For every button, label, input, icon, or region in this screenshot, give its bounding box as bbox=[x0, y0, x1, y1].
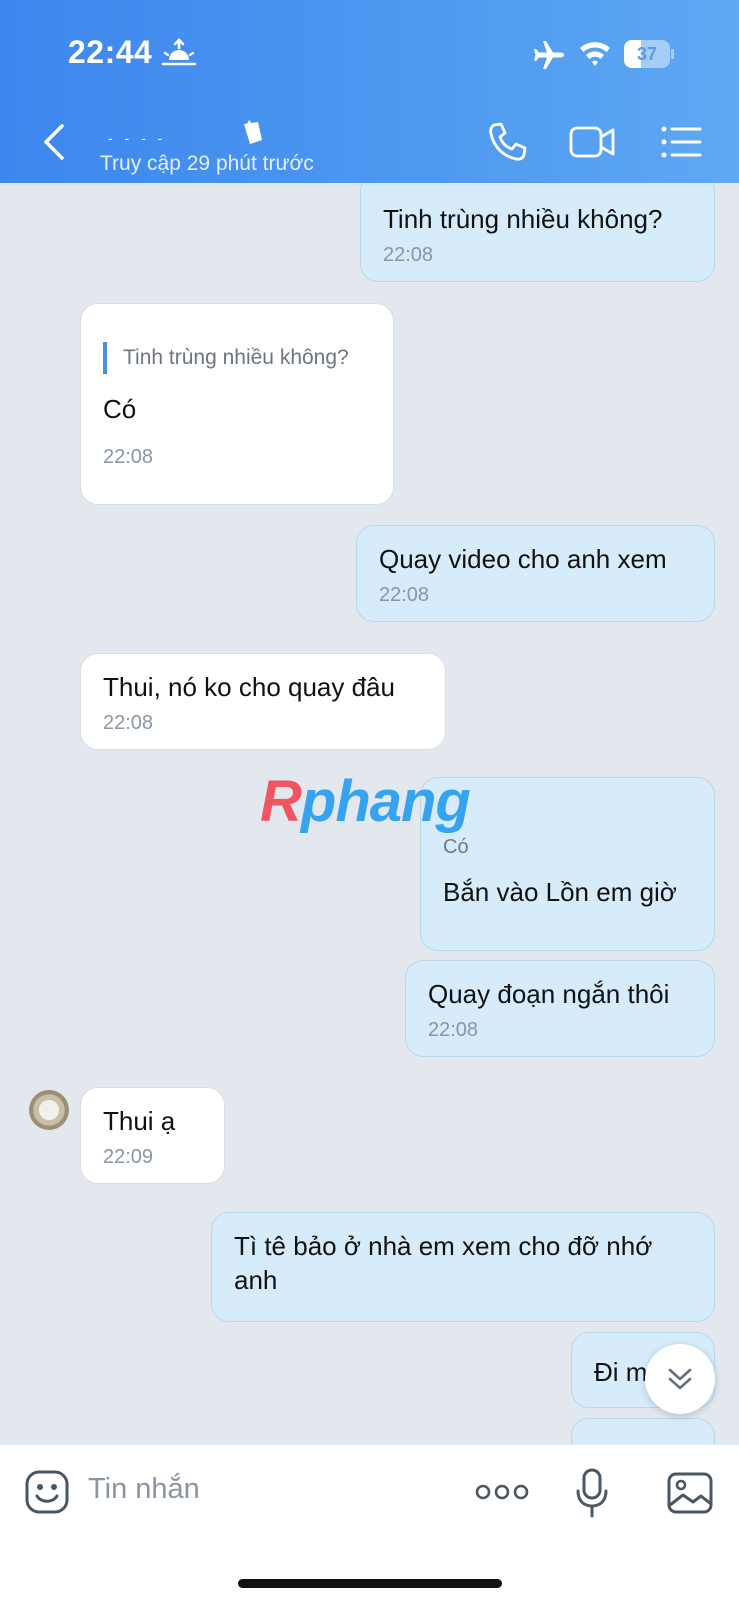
double-chevron-down-icon bbox=[668, 1368, 692, 1390]
contact-name-text: - - - - bbox=[108, 130, 167, 146]
home-indicator bbox=[238, 1579, 502, 1588]
wifi-icon bbox=[580, 42, 610, 66]
image-icon[interactable] bbox=[666, 1471, 714, 1515]
message-time: 22:08 bbox=[428, 1019, 479, 1041]
status-time: 22:44 bbox=[68, 34, 153, 70]
phone-icon[interactable] bbox=[484, 120, 532, 164]
avatar[interactable] bbox=[29, 1090, 69, 1130]
battery-level: 37 bbox=[636, 44, 658, 64]
sunrise-icon bbox=[161, 38, 197, 66]
message-text: Thui ạ bbox=[103, 1106, 176, 1136]
message-text: Có bbox=[103, 394, 137, 424]
message-input[interactable]: Tin nhắn bbox=[88, 1473, 200, 1506]
scroll-to-bottom-button[interactable] bbox=[645, 1344, 715, 1414]
quoted-message: Tinh trùng nhiều không? bbox=[103, 342, 371, 374]
message-bubble-outgoing[interactable]: Tì tê bảo ở nhà em xem cho đỡ nhớ anh bbox=[211, 1212, 715, 1322]
presence-status: Truy cập 29 phút trước bbox=[100, 152, 314, 175]
microphone-icon[interactable] bbox=[574, 1467, 610, 1519]
video-icon[interactable] bbox=[568, 120, 616, 164]
composer-bar: Tin nhắn bbox=[0, 1445, 739, 1600]
airplane-icon bbox=[534, 41, 564, 69]
message-bubble-incoming[interactable]: Thui, nó ko cho quay đâu 22:08 bbox=[80, 653, 446, 750]
message-bubble-incoming[interactable]: Tinh trùng nhiều không? Có 22:08 bbox=[80, 303, 394, 505]
message-time: 22:09 bbox=[103, 1146, 154, 1168]
message-text: Tinh trùng nhiều không? bbox=[383, 204, 663, 234]
battery-icon: 37 bbox=[624, 40, 674, 68]
more-icon[interactable] bbox=[474, 1479, 530, 1505]
sticker-icon bbox=[244, 120, 262, 144]
message-bubble-outgoing[interactable]: Quay đoạn ngắn thôi 22:08 bbox=[405, 960, 715, 1057]
message-text: Thui, nó ko cho quay đâu bbox=[103, 672, 395, 702]
contact-name[interactable]: - - - - bbox=[108, 118, 278, 146]
message-text: Bắn vào Lồn em giờ bbox=[443, 877, 677, 907]
message-time: 22:08 bbox=[103, 712, 154, 734]
message-bubble-outgoing[interactable]: Quay video cho anh xem 22:08 bbox=[356, 525, 715, 622]
message-time: 22:08 bbox=[383, 244, 434, 266]
message-text: Quay đoạn ngắn thôi bbox=[428, 979, 670, 1009]
back-icon[interactable] bbox=[36, 118, 72, 166]
message-text: Quay video cho anh xem bbox=[379, 544, 667, 574]
message-bubble-outgoing[interactable]: Tinh trùng nhiều không? 22:08 bbox=[360, 183, 715, 282]
emoji-icon[interactable] bbox=[24, 1469, 70, 1515]
quoted-message: Có bbox=[443, 836, 469, 858]
message-text: Tì tê bảo ở nhà em xem cho đỡ nhớ anh bbox=[234, 1231, 653, 1295]
message-bubble-outgoing-partial[interactable] bbox=[571, 1418, 715, 1445]
list-icon[interactable] bbox=[658, 120, 706, 164]
watermark-logo: Rphang bbox=[260, 769, 471, 834]
message-time: 22:08 bbox=[379, 584, 430, 606]
message-bubble-incoming[interactable]: Thui ạ 22:09 bbox=[80, 1087, 225, 1184]
chat-header: 22:44 37 - - - - Truy cập 29 phút trước bbox=[0, 0, 739, 183]
message-time: 22:08 bbox=[103, 446, 154, 468]
